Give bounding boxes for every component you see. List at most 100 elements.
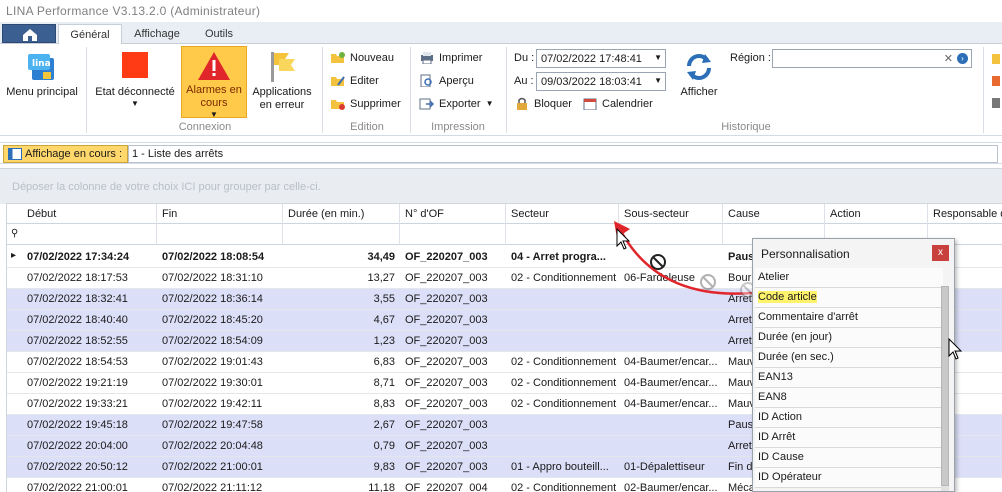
table-cell: 07/02/2022 17:34:24 bbox=[27, 251, 130, 263]
drag-arrow bbox=[614, 221, 753, 295]
current-row-indicator-icon: ▸ bbox=[11, 250, 17, 261]
filter-cell[interactable] bbox=[22, 224, 157, 245]
imprimer-button[interactable]: Imprimer bbox=[419, 51, 482, 64]
table-cell bbox=[506, 310, 619, 330]
region-input[interactable]: ✕ › bbox=[772, 49, 972, 68]
bloquer-button[interactable]: Bloquer bbox=[514, 97, 572, 110]
delete-folder-icon bbox=[331, 100, 345, 110]
editer-button[interactable]: Editer bbox=[330, 74, 379, 87]
tab-general[interactable]: Général bbox=[58, 24, 122, 45]
clear-icon[interactable]: ✕ bbox=[944, 52, 953, 65]
nouveau-button[interactable]: Nouveau bbox=[330, 51, 394, 64]
divider bbox=[506, 47, 507, 133]
apercu-button[interactable]: Aperçu bbox=[419, 74, 474, 87]
table-cell: 07/02/2022 18:36:14 bbox=[162, 293, 263, 305]
table-cell: 07/02/2022 19:47:58 bbox=[162, 419, 263, 431]
table-cell: OF_220207_003 bbox=[405, 398, 488, 410]
column-chooser-item[interactable]: Durée (en sec.) bbox=[755, 348, 943, 368]
table-cell: 8,83 bbox=[373, 398, 395, 410]
table-cell: 34,49 bbox=[367, 251, 395, 263]
warning-icon bbox=[198, 52, 230, 80]
table-cell: OF_220207_003 bbox=[405, 419, 488, 431]
affichage-value[interactable]: 1 - Liste des arrêts bbox=[128, 145, 998, 163]
column-chooser-item[interactable]: ID Arrêt bbox=[755, 428, 943, 448]
chevron-down-icon: ▼ bbox=[131, 99, 139, 108]
column-chooser-item[interactable]: ID Action bbox=[755, 408, 943, 428]
calendrier-button[interactable]: Calendrier bbox=[582, 97, 653, 110]
table-cell: OF_220207_003 bbox=[405, 356, 488, 368]
title-bar: LINA Performance V3.13.2.0 (Administrate… bbox=[0, 0, 1002, 22]
table-cell: 07/02/2022 18:54:09 bbox=[162, 335, 263, 347]
table-cell bbox=[619, 310, 723, 330]
afficher-button[interactable]: Afficher bbox=[672, 52, 726, 99]
du-label: Du : bbox=[514, 52, 535, 64]
edit-folder-icon bbox=[331, 76, 345, 86]
exporter-button[interactable]: Exporter ▼ bbox=[419, 97, 494, 110]
table-cell bbox=[619, 415, 723, 435]
column-header-fin[interactable]: Fin bbox=[157, 204, 283, 224]
column-header-duree[interactable]: Durée (en min.) bbox=[283, 204, 400, 224]
alarmes-en-cours-button[interactable]: Alarmes en cours ▼ bbox=[181, 46, 247, 119]
home-button[interactable] bbox=[2, 24, 56, 43]
table-cell: OF_220207_003 bbox=[405, 440, 488, 452]
filter-pin-icon: ⚲ bbox=[11, 228, 19, 239]
table-cell bbox=[619, 436, 723, 456]
column-chooser-item[interactable]: ID Opérateur bbox=[755, 468, 943, 488]
table-cell: 07/02/2022 19:30:01 bbox=[162, 377, 263, 389]
view-icon bbox=[8, 148, 22, 160]
supprimer-label: Supprimer bbox=[350, 97, 401, 110]
column-chooser-item-label: ID Opérateur bbox=[758, 471, 822, 483]
filter-cell[interactable] bbox=[400, 224, 506, 245]
table-cell: 07/02/2022 18:52:55 bbox=[27, 335, 128, 347]
group-zone-hint: Déposer la colonne de votre choix ICI po… bbox=[12, 181, 321, 193]
impression-group-label: Impression bbox=[431, 121, 485, 133]
applications-en-erreur-button[interactable]: Applications en erreur bbox=[250, 50, 314, 112]
column-chooser-item[interactable]: ID Cause bbox=[755, 448, 943, 468]
ribbon-tabs: Général Affichage Outils bbox=[0, 22, 1002, 45]
table-cell: 13,27 bbox=[367, 272, 395, 284]
applications-label: Applications en erreur bbox=[252, 86, 312, 111]
etat-label: Etat déconnecté bbox=[95, 86, 175, 98]
column-chooser-item[interactable]: Code article bbox=[755, 288, 943, 308]
table-cell: 02 - Conditionnement bbox=[511, 377, 617, 389]
column-header-action[interactable]: Action bbox=[825, 204, 928, 224]
filter-cell[interactable] bbox=[157, 224, 283, 245]
table-cell: 07/02/2022 20:04:00 bbox=[27, 440, 128, 452]
table-cell: 02 - Conditionnement bbox=[511, 356, 617, 368]
column-header-responsable[interactable]: Responsable de bbox=[928, 204, 1002, 224]
calendar-icon bbox=[583, 98, 597, 110]
column-header-of[interactable]: N° d'OF bbox=[400, 204, 506, 224]
imprimer-label: Imprimer bbox=[439, 51, 483, 64]
tab-outils[interactable]: Outils bbox=[192, 24, 246, 45]
panel-scrollbar[interactable] bbox=[941, 286, 949, 491]
column-chooser-item[interactable]: Durée (en jour) bbox=[755, 328, 943, 348]
du-datetime-picker[interactable]: 07/02/2022 17:48:41 ▼ bbox=[536, 49, 666, 68]
afficher-label: Afficher bbox=[680, 86, 718, 98]
column-chooser-item-label: Atelier bbox=[758, 271, 790, 283]
connexion-group-label: Connexion bbox=[178, 121, 232, 133]
column-chooser-item-label: EAN8 bbox=[758, 391, 787, 403]
etat-deconnecte-button[interactable]: Etat déconnecté ▼ bbox=[92, 50, 178, 108]
column-chooser-item-label: ID Cause bbox=[758, 451, 804, 463]
supprimer-button[interactable]: Supprimer bbox=[330, 97, 401, 110]
go-arrow-icon[interactable]: › bbox=[957, 53, 968, 64]
column-chooser-item[interactable]: Atelier bbox=[755, 268, 943, 288]
au-datetime-picker[interactable]: 09/03/2022 18:03:41 ▼ bbox=[536, 72, 666, 91]
table-cell: 07/02/2022 18:54:53 bbox=[27, 356, 128, 368]
column-chooser-item[interactable]: Commentaire d'arrêt bbox=[755, 308, 943, 328]
lock-icon bbox=[517, 97, 527, 110]
lina-logo-icon: lina bbox=[28, 54, 54, 80]
menu-principal-button[interactable]: lina Menu principal bbox=[2, 52, 82, 99]
group-drop-zone[interactable]: Déposer la colonne de votre choix ICI po… bbox=[0, 168, 1002, 204]
column-chooser-item[interactable]: EAN8 bbox=[755, 388, 943, 408]
chevron-down-icon: ▼ bbox=[654, 76, 662, 85]
column-chooser-item[interactable]: EAN13 bbox=[755, 368, 943, 388]
column-header-debut[interactable]: Début bbox=[22, 204, 157, 224]
divider bbox=[410, 47, 411, 133]
table-cell: OF_220207_004 bbox=[405, 482, 488, 492]
tab-affichage[interactable]: Affichage bbox=[124, 24, 190, 45]
filter-cell[interactable] bbox=[283, 224, 400, 245]
close-icon[interactable]: x bbox=[932, 245, 949, 261]
table-cell: 07/02/2022 19:01:43 bbox=[162, 356, 263, 368]
personnalisation-panel: Personnalisation x Atelier Code article Co… bbox=[752, 238, 955, 492]
